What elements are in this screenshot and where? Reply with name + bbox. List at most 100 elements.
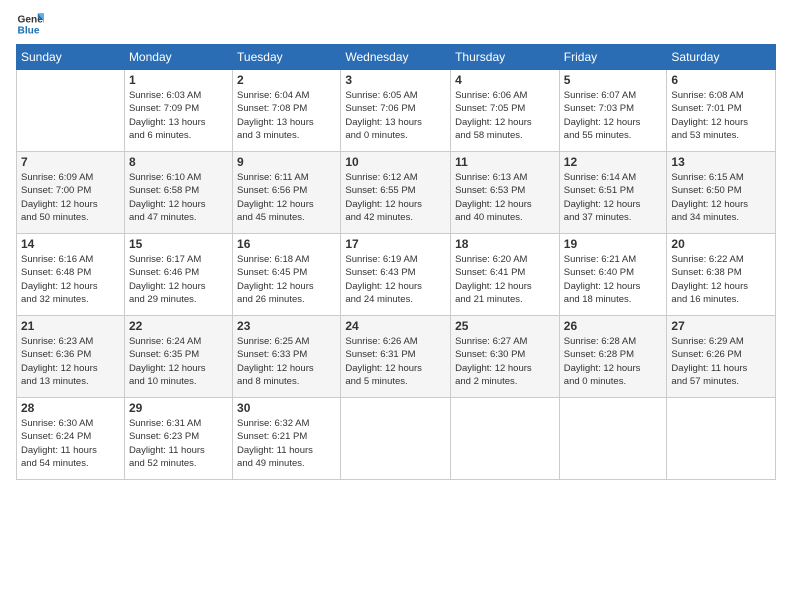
weekday-header-monday: Monday xyxy=(124,45,232,70)
day-info: Sunrise: 6:24 AM Sunset: 6:35 PM Dayligh… xyxy=(129,335,228,388)
logo-icon: General Blue xyxy=(16,10,44,38)
day-info: Sunrise: 6:17 AM Sunset: 6:46 PM Dayligh… xyxy=(129,253,228,306)
day-info: Sunrise: 6:25 AM Sunset: 6:33 PM Dayligh… xyxy=(237,335,336,388)
day-info: Sunrise: 6:07 AM Sunset: 7:03 PM Dayligh… xyxy=(564,89,663,142)
day-number: 16 xyxy=(237,237,336,251)
day-number: 17 xyxy=(345,237,446,251)
weekday-header-friday: Friday xyxy=(559,45,667,70)
calendar-cell: 2 Sunrise: 6:04 AM Sunset: 7:08 PM Daylig… xyxy=(233,70,341,152)
day-info: Sunrise: 6:20 AM Sunset: 6:41 PM Dayligh… xyxy=(455,253,555,306)
day-info: Sunrise: 6:10 AM Sunset: 6:58 PM Dayligh… xyxy=(129,171,228,224)
svg-text:Blue: Blue xyxy=(18,25,40,36)
day-info: Sunrise: 6:16 AM Sunset: 6:48 PM Dayligh… xyxy=(21,253,120,306)
day-number: 25 xyxy=(455,319,555,333)
day-number: 1 xyxy=(129,73,228,87)
calendar-cell: 11 Sunrise: 6:13 AM Sunset: 6:53 PM Dayli… xyxy=(451,152,560,234)
calendar-cell xyxy=(451,398,560,480)
calendar-cell: 25Sunrise: 6:27 AM Sunset: 6:30 PM Dayli… xyxy=(451,316,560,398)
calendar-cell: 3 Sunrise: 6:05 AM Sunset: 7:06 PM Daylig… xyxy=(341,70,451,152)
day-number: 28 xyxy=(21,401,120,415)
day-info: Sunrise: 6:32 AM Sunset: 6:21 PM Dayligh… xyxy=(237,417,336,470)
calendar-cell: 9Sunrise: 6:11 AM Sunset: 6:56 PM Daylig… xyxy=(233,152,341,234)
calendar-cell: 15 Sunrise: 6:17 AM Sunset: 6:46 PM Dayli… xyxy=(124,234,232,316)
day-info: Sunrise: 6:05 AM Sunset: 7:06 PM Dayligh… xyxy=(345,89,446,142)
day-number: 23 xyxy=(237,319,336,333)
day-info: Sunrise: 6:28 AM Sunset: 6:28 PM Dayligh… xyxy=(564,335,663,388)
calendar-cell: 29 Sunrise: 6:31 AM Sunset: 6:23 PM Dayli… xyxy=(124,398,232,480)
weekday-header-tuesday: Tuesday xyxy=(233,45,341,70)
day-number: 29 xyxy=(129,401,228,415)
calendar-cell: 12 Sunrise: 6:14 AM Sunset: 6:51 PM Dayli… xyxy=(559,152,667,234)
logo: General Blue xyxy=(16,10,48,38)
page-header: General Blue xyxy=(16,10,776,38)
day-info: Sunrise: 6:13 AM Sunset: 6:53 PM Dayligh… xyxy=(455,171,555,224)
weekday-row: SundayMondayTuesdayWednesdayThursdayFrid… xyxy=(17,45,776,70)
calendar-cell: 24 Sunrise: 6:26 AM Sunset: 6:31 PM Dayli… xyxy=(341,316,451,398)
weekday-header-wednesday: Wednesday xyxy=(341,45,451,70)
day-info: Sunrise: 6:29 AM Sunset: 6:26 PM Dayligh… xyxy=(671,335,771,388)
day-number: 12 xyxy=(564,155,663,169)
day-number: 30 xyxy=(237,401,336,415)
day-number: 13 xyxy=(671,155,771,169)
day-number: 22 xyxy=(129,319,228,333)
day-info: Sunrise: 6:22 AM Sunset: 6:38 PM Dayligh… xyxy=(671,253,771,306)
calendar-cell: 8 Sunrise: 6:10 AM Sunset: 6:58 PM Daylig… xyxy=(124,152,232,234)
day-number: 9 xyxy=(237,155,336,169)
calendar-cell: 17Sunrise: 6:19 AM Sunset: 6:43 PM Dayli… xyxy=(341,234,451,316)
day-number: 4 xyxy=(455,73,555,87)
calendar-cell: 13 Sunrise: 6:15 AM Sunset: 6:50 PM Dayli… xyxy=(667,152,776,234)
day-number: 7 xyxy=(21,155,120,169)
day-info: Sunrise: 6:14 AM Sunset: 6:51 PM Dayligh… xyxy=(564,171,663,224)
day-number: 3 xyxy=(345,73,446,87)
calendar-cell: 21 Sunrise: 6:23 AM Sunset: 6:36 PM Dayli… xyxy=(17,316,125,398)
calendar-cell: 6 Sunrise: 6:08 AM Sunset: 7:01 PM Daylig… xyxy=(667,70,776,152)
day-number: 14 xyxy=(21,237,120,251)
day-number: 19 xyxy=(564,237,663,251)
day-number: 26 xyxy=(564,319,663,333)
calendar-cell: 5 Sunrise: 6:07 AM Sunset: 7:03 PM Daylig… xyxy=(559,70,667,152)
day-number: 6 xyxy=(671,73,771,87)
day-number: 11 xyxy=(455,155,555,169)
calendar-header: SundayMondayTuesdayWednesdayThursdayFrid… xyxy=(17,45,776,70)
calendar-table: SundayMondayTuesdayWednesdayThursdayFrid… xyxy=(16,44,776,480)
day-number: 27 xyxy=(671,319,771,333)
day-info: Sunrise: 6:04 AM Sunset: 7:08 PM Dayligh… xyxy=(237,89,336,142)
calendar-cell: 20Sunrise: 6:22 AM Sunset: 6:38 PM Dayli… xyxy=(667,234,776,316)
day-number: 10 xyxy=(345,155,446,169)
calendar-cell: 23 Sunrise: 6:25 AM Sunset: 6:33 PM Dayli… xyxy=(233,316,341,398)
calendar-week-1: 1 Sunrise: 6:03 AM Sunset: 7:09 PM Daylig… xyxy=(17,70,776,152)
day-info: Sunrise: 6:30 AM Sunset: 6:24 PM Dayligh… xyxy=(21,417,120,470)
calendar-cell: 10Sunrise: 6:12 AM Sunset: 6:55 PM Dayli… xyxy=(341,152,451,234)
calendar-week-5: 28 Sunrise: 6:30 AM Sunset: 6:24 PM Dayli… xyxy=(17,398,776,480)
calendar-cell: 18 Sunrise: 6:20 AM Sunset: 6:41 PM Dayli… xyxy=(451,234,560,316)
weekday-header-saturday: Saturday xyxy=(667,45,776,70)
day-number: 18 xyxy=(455,237,555,251)
day-info: Sunrise: 6:18 AM Sunset: 6:45 PM Dayligh… xyxy=(237,253,336,306)
day-number: 5 xyxy=(564,73,663,87)
calendar-cell xyxy=(341,398,451,480)
day-info: Sunrise: 6:06 AM Sunset: 7:05 PM Dayligh… xyxy=(455,89,555,142)
calendar-cell: 22 Sunrise: 6:24 AM Sunset: 6:35 PM Dayli… xyxy=(124,316,232,398)
day-number: 8 xyxy=(129,155,228,169)
calendar-cell: 28 Sunrise: 6:30 AM Sunset: 6:24 PM Dayli… xyxy=(17,398,125,480)
day-info: Sunrise: 6:03 AM Sunset: 7:09 PM Dayligh… xyxy=(129,89,228,142)
day-number: 15 xyxy=(129,237,228,251)
calendar-cell xyxy=(559,398,667,480)
calendar-cell: 1 Sunrise: 6:03 AM Sunset: 7:09 PM Daylig… xyxy=(124,70,232,152)
calendar-cell: 14 Sunrise: 6:16 AM Sunset: 6:48 PM Dayli… xyxy=(17,234,125,316)
day-info: Sunrise: 6:15 AM Sunset: 6:50 PM Dayligh… xyxy=(671,171,771,224)
day-info: Sunrise: 6:09 AM Sunset: 7:00 PM Dayligh… xyxy=(21,171,120,224)
day-number: 24 xyxy=(345,319,446,333)
weekday-header-thursday: Thursday xyxy=(451,45,560,70)
calendar-cell: 7 Sunrise: 6:09 AM Sunset: 7:00 PM Daylig… xyxy=(17,152,125,234)
day-info: Sunrise: 6:08 AM Sunset: 7:01 PM Dayligh… xyxy=(671,89,771,142)
calendar-cell: 26 Sunrise: 6:28 AM Sunset: 6:28 PM Dayli… xyxy=(559,316,667,398)
day-number: 2 xyxy=(237,73,336,87)
weekday-header-sunday: Sunday xyxy=(17,45,125,70)
calendar-cell xyxy=(667,398,776,480)
day-number: 21 xyxy=(21,319,120,333)
day-info: Sunrise: 6:31 AM Sunset: 6:23 PM Dayligh… xyxy=(129,417,228,470)
day-info: Sunrise: 6:26 AM Sunset: 6:31 PM Dayligh… xyxy=(345,335,446,388)
day-info: Sunrise: 6:23 AM Sunset: 6:36 PM Dayligh… xyxy=(21,335,120,388)
day-info: Sunrise: 6:21 AM Sunset: 6:40 PM Dayligh… xyxy=(564,253,663,306)
